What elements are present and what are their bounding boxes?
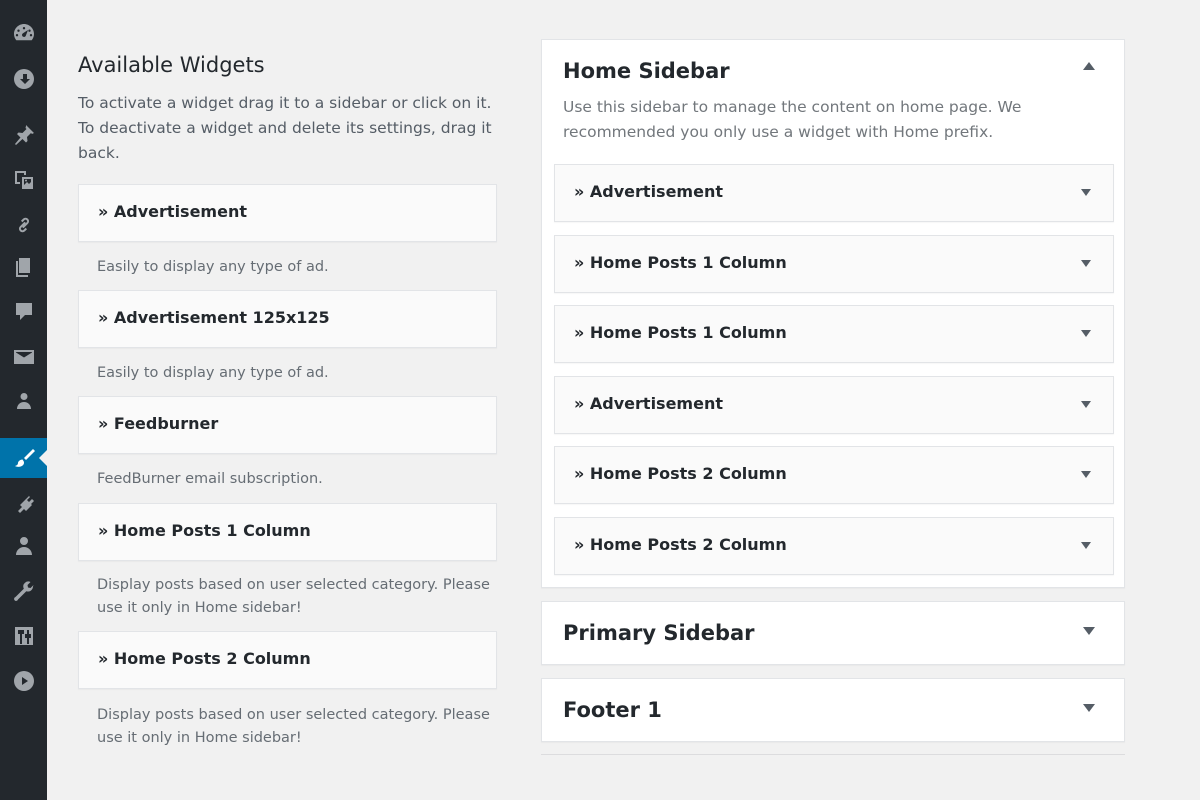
expand-arrow-down-icon[interactable]: [1081, 401, 1091, 408]
widget-feedburner[interactable]: » Feedburner: [78, 396, 497, 454]
dashboard-icon: [13, 24, 34, 41]
menu-item-appearance[interactable]: [0, 438, 47, 478]
pages-icon: [15, 258, 30, 277]
comments-icon: [15, 303, 32, 320]
menu-item-tools[interactable]: [0, 572, 47, 612]
menu-item-user[interactable]: [0, 526, 47, 566]
menu-item-links[interactable]: [0, 205, 47, 245]
play-icon: [13, 671, 34, 691]
menu-item-users-group[interactable]: [0, 381, 47, 421]
expand-arrow-down-icon[interactable]: [1081, 542, 1091, 549]
media-icon: [14, 171, 33, 189]
sidebar-widget[interactable]: » Home Posts 2 Column: [554, 517, 1114, 575]
menu-item-play[interactable]: [0, 661, 47, 701]
widget-advertisement-125x125[interactable]: » Advertisement 125x125: [78, 290, 497, 348]
users-group-icon: [16, 393, 31, 409]
available-widgets-title: Available Widgets: [78, 53, 265, 77]
menu-item-updates[interactable]: [0, 59, 47, 99]
widget-home-posts-2-column[interactable]: » Home Posts 2 Column: [78, 631, 497, 689]
widget-description: Display posts based on user selected cat…: [97, 707, 490, 746]
widget-title: » Advertisement: [98, 202, 247, 221]
updates-icon: [13, 69, 34, 89]
available-widgets-description: To activate a widget drag it to a sideba…: [78, 94, 492, 162]
widget-description: Easily to display any type of ad.: [97, 259, 329, 275]
widget-title: » Home Posts 1 Column: [574, 253, 787, 272]
widget-description: Display posts based on user selected cat…: [97, 577, 490, 616]
menu-item-posts[interactable]: [0, 115, 47, 155]
widget-title: » Advertisement 125x125: [98, 308, 330, 327]
expand-arrow-down-icon[interactable]: [1083, 627, 1095, 635]
tools-wrench-icon: [13, 581, 33, 601]
footer-1-panel[interactable]: Footer 1: [541, 678, 1125, 742]
widget-title: » Home Posts 2 Column: [574, 464, 787, 483]
sidebar-widget[interactable]: » Advertisement: [554, 376, 1114, 434]
menu-item-pages[interactable]: [0, 248, 47, 288]
sidebar-description: Use this sidebar to manage the content o…: [563, 98, 1022, 141]
home-sidebar-panel: Home Sidebar Use this sidebar to manage …: [541, 39, 1125, 588]
settings-icon: [14, 627, 33, 645]
mail-icon: [13, 350, 34, 364]
widget-description: Easily to display any type of ad.: [97, 365, 329, 381]
collapse-arrow-up-icon[interactable]: [1083, 62, 1095, 70]
link-icon: [18, 217, 29, 233]
widget-title: » Advertisement: [574, 394, 723, 413]
expand-arrow-down-icon[interactable]: [1081, 189, 1091, 196]
sidebar-title: Primary Sidebar: [563, 621, 755, 645]
widget-title: » Feedburner: [98, 414, 219, 433]
widget-title: » Advertisement: [574, 182, 723, 201]
appearance-brush-icon: [14, 449, 35, 467]
plugins-icon: [17, 494, 34, 513]
sidebar-widget[interactable]: » Advertisement: [554, 164, 1114, 222]
expand-arrow-down-icon[interactable]: [1081, 330, 1091, 337]
widget-title: » Home Posts 1 Column: [98, 521, 311, 540]
widget-description: FeedBurner email subscription.: [97, 471, 323, 487]
widget-title: » Home Posts 2 Column: [574, 535, 787, 554]
expand-arrow-down-icon[interactable]: [1083, 704, 1095, 712]
widget-advertisement[interactable]: » Advertisement: [78, 184, 497, 242]
sidebar-title: Footer 1: [563, 698, 662, 722]
widget-home-posts-1-column[interactable]: » Home Posts 1 Column: [78, 503, 497, 561]
sidebar-widget[interactable]: » Home Posts 1 Column: [554, 235, 1114, 293]
sidebar-widget[interactable]: » Home Posts 1 Column: [554, 305, 1114, 363]
divider: [541, 754, 1125, 755]
menu-item-media[interactable]: [0, 160, 47, 200]
widget-title: » Home Posts 2 Column: [98, 649, 311, 668]
sidebar-title: Home Sidebar: [563, 59, 730, 83]
menu-item-plugins[interactable]: [0, 484, 47, 524]
sidebar-widget[interactable]: » Home Posts 2 Column: [554, 446, 1114, 504]
expand-arrow-down-icon[interactable]: [1081, 260, 1091, 267]
primary-sidebar-panel[interactable]: Primary Sidebar: [541, 601, 1125, 665]
menu-item-dashboard[interactable]: [0, 13, 47, 53]
expand-arrow-down-icon[interactable]: [1081, 471, 1091, 478]
widget-title: » Home Posts 1 Column: [574, 323, 787, 342]
admin-menu: [0, 0, 47, 800]
user-icon: [15, 537, 32, 555]
menu-item-comments[interactable]: [0, 292, 47, 332]
menu-item-settings[interactable]: [0, 616, 47, 656]
pin-icon: [14, 125, 34, 145]
menu-item-mail[interactable]: [0, 337, 47, 377]
